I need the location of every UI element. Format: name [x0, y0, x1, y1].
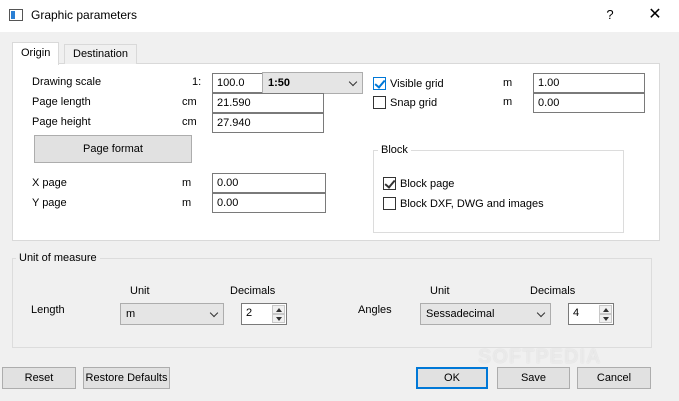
softpedia-watermark: SOFTPEDIA	[478, 346, 602, 368]
x-page-label: X page	[32, 177, 67, 189]
page-length-unit: cm	[182, 96, 197, 108]
ok-button[interactable]: OK	[416, 367, 488, 389]
unit-of-measure-group	[12, 258, 652, 348]
chevron-down-icon	[209, 308, 219, 318]
angles-decimals-value: 4	[573, 307, 580, 319]
drawing-scale-label: Drawing scale	[32, 76, 102, 88]
block-group	[373, 150, 624, 233]
drawing-scale-prefix: 1:	[192, 76, 202, 88]
y-page-unit: m	[182, 197, 192, 209]
tab-origin[interactable]: Origin	[12, 42, 60, 65]
scale-preset-value: 1:50	[268, 77, 291, 89]
angles-unit-value: Sessadecimal	[426, 308, 495, 320]
length-unit-value: m	[126, 308, 136, 320]
y-page-label: Y page	[32, 197, 67, 209]
chevron-down-icon	[348, 77, 358, 87]
tab-destination[interactable]: Destination	[64, 44, 138, 64]
restore-defaults-button[interactable]: Restore Defaults	[83, 367, 170, 389]
visible-grid-label: Visible grid	[390, 78, 444, 90]
block-dxf-checkbox[interactable]	[383, 197, 396, 210]
angles-decimals-spinner[interactable]: 4	[568, 303, 614, 325]
close-button[interactable]: ✕	[643, 4, 667, 26]
spin-down-icon[interactable]	[599, 314, 612, 323]
visible-grid-unit: m	[503, 77, 513, 89]
drawing-scale-input[interactable]: 100.0	[212, 73, 263, 93]
angles-unit-header: Unit	[430, 285, 450, 297]
snap-grid-input[interactable]: 0.00	[533, 93, 645, 113]
length-decimals-header: Decimals	[230, 285, 276, 297]
angles-label: Angles	[358, 304, 392, 316]
spin-down-icon[interactable]	[272, 314, 285, 323]
visible-grid-input[interactable]: 1.00	[533, 73, 645, 93]
window-title: Graphic parameters	[31, 8, 138, 22]
cancel-button[interactable]: Cancel	[577, 367, 651, 389]
length-label: Length	[31, 304, 65, 316]
visible-grid-checkbox[interactable]	[373, 77, 386, 90]
snap-grid-unit: m	[503, 96, 513, 108]
unit-of-measure-title: Unit of measure	[16, 252, 100, 264]
page-length-input[interactable]: 21.590	[212, 93, 324, 113]
page-height-input[interactable]: 27.940	[212, 113, 324, 133]
snap-grid-checkbox[interactable]	[373, 96, 386, 109]
block-page-label: Block page	[400, 178, 455, 190]
page-height-unit: cm	[182, 116, 197, 128]
angles-decimals-header: Decimals	[530, 285, 576, 297]
snap-grid-label: Snap grid	[390, 97, 438, 109]
spin-up-icon[interactable]	[272, 305, 285, 314]
angles-unit-select[interactable]: Sessadecimal	[420, 303, 551, 325]
scale-preset-select[interactable]: 1:50	[262, 72, 363, 94]
block-page-checkbox[interactable]	[383, 177, 396, 190]
page-format-button[interactable]: Page format	[34, 135, 192, 163]
length-unit-select[interactable]: m	[120, 303, 224, 325]
reset-button[interactable]: Reset	[2, 367, 76, 389]
help-button[interactable]: ?	[598, 4, 622, 26]
page-height-label: Page height	[32, 116, 91, 128]
chevron-down-icon	[536, 308, 546, 318]
y-page-input[interactable]: 0.00	[212, 193, 326, 213]
spin-up-icon[interactable]	[599, 305, 612, 314]
block-dxf-label: Block DXF, DWG and images	[400, 198, 544, 210]
length-decimals-spinner[interactable]: 2	[241, 303, 287, 325]
app-icon	[9, 9, 23, 21]
x-page-unit: m	[182, 177, 192, 189]
block-group-title: Block	[378, 144, 411, 156]
x-page-input[interactable]: 0.00	[212, 173, 326, 193]
length-decimals-value: 2	[246, 307, 253, 319]
length-unit-header: Unit	[130, 285, 150, 297]
page-length-label: Page length	[32, 96, 91, 108]
save-button[interactable]: Save	[497, 367, 570, 389]
